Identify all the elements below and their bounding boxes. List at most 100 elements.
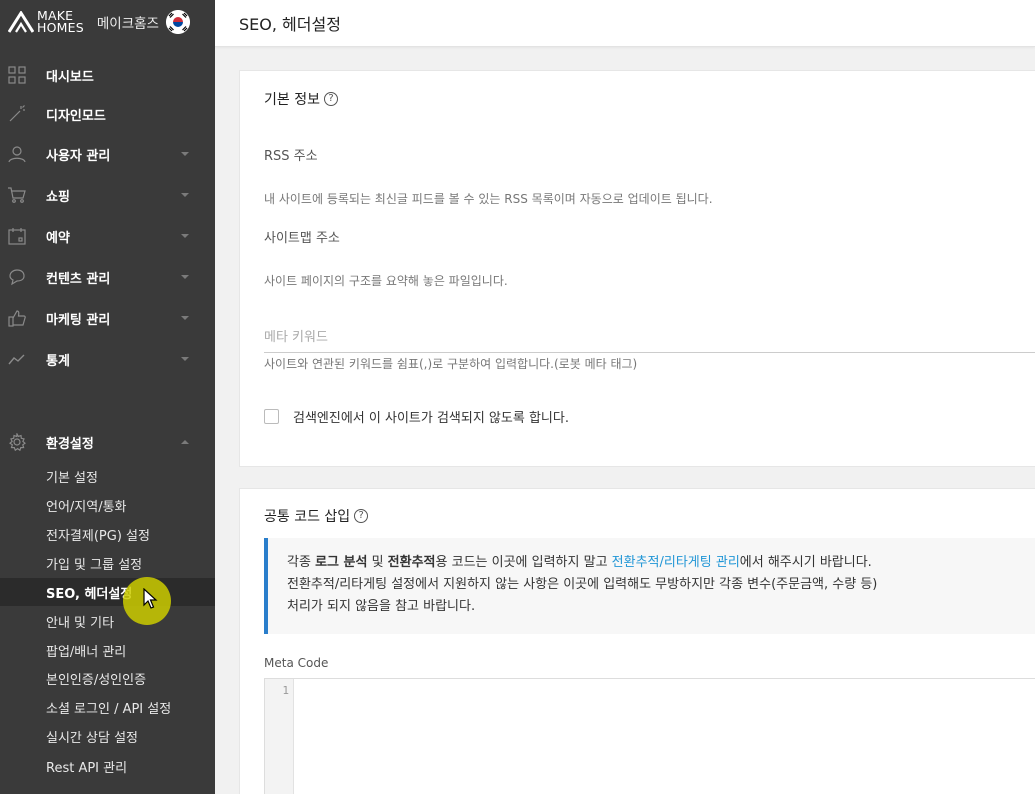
submenu-label: Rest API 관리 — [46, 760, 128, 776]
submenu-live-chat[interactable]: 실시간 상담 설정 — [0, 722, 215, 750]
hide-search-row[interactable]: 검색엔진에서 이 사이트가 검색되지 않도록 합니다. — [264, 407, 569, 426]
logo-text: MAKE HOMES — [37, 9, 84, 35]
submenu-guide-etc[interactable]: 안내 및 기타 — [0, 607, 215, 635]
dashboard-grid-icon — [8, 66, 26, 84]
cart-icon — [8, 187, 26, 203]
flag-graphic — [165, 9, 190, 34]
notice-text: 각종 — [287, 555, 316, 570]
hide-search-label[interactable]: 검색엔진에서 이 사이트가 검색되지 않도록 합니다. — [293, 407, 569, 426]
magic-wand-icon — [9, 105, 25, 122]
menu-item-shopping[interactable]: 쇼핑 — [0, 180, 215, 210]
basic-info-card: 기본 정보 ? RSS 주소 내 사이트에 등록되는 최신글 피드를 볼 수 있… — [239, 70, 1035, 467]
notice-text: 에서 해주시기 바랍니다. — [739, 555, 872, 570]
menu-label: 환경설정 — [46, 436, 94, 452]
menu-label: 통계 — [46, 353, 70, 369]
menu-item-marketing-management[interactable]: 마케팅 관리 — [0, 303, 215, 333]
submenu-label: 기본 설정 — [46, 470, 98, 486]
chevron-down-icon — [181, 357, 189, 361]
menu-label: 쇼핑 — [46, 189, 70, 205]
meta-code-label: Meta Code — [264, 656, 329, 670]
rss-label: RSS 주소 — [264, 149, 318, 164]
notice-line1: 각종 로그 분석 및 전환추적용 코드는 이곳에 입력하지 말고 전환추적/리타… — [287, 552, 1035, 574]
menu-label: 컨텐츠 관리 — [46, 271, 111, 287]
sitemap-help-text: 사이트 페이지의 구조를 요약해 놓은 파일입니다. — [264, 274, 508, 288]
line-chart-icon — [8, 354, 25, 365]
chevron-down-icon — [181, 152, 189, 156]
menu-label: 예약 — [46, 230, 70, 246]
top-header: SEO, 헤더설정 — [215, 0, 1035, 47]
submenu-social-login-api[interactable]: 소셜 로그인 / API 설정 — [0, 693, 215, 721]
chevron-down-icon — [181, 193, 189, 197]
chevron-down-icon — [181, 234, 189, 238]
menu-item-content-management[interactable]: 컨텐츠 관리 — [0, 262, 215, 292]
menu-item-statistics[interactable]: 통계 — [0, 344, 215, 374]
submenu-label: 본인인증/성인인증 — [46, 672, 147, 688]
common-code-card: 공통 코드 삽입 ? 각종 로그 분석 및 전환추적용 코드는 이곳에 입력하지… — [239, 488, 1035, 794]
basic-info-title: 기본 정보 ? — [264, 89, 338, 109]
menu-item-design-mode[interactable]: 디자인모드 — [0, 99, 215, 129]
submenu-label: 가입 및 그룹 설정 — [46, 557, 143, 573]
common-code-title: 공통 코드 삽입 ? — [264, 506, 369, 526]
submenu-signup-group[interactable]: 가입 및 그룹 설정 — [0, 549, 215, 577]
submenu-label: 전자결제(PG) 설정 — [46, 528, 150, 544]
menu-label: 사용자 관리 — [46, 148, 111, 164]
brand-header: MAKE HOMES 메이크홈즈 — [0, 0, 215, 43]
notice-line3: 처리가 되지 않음을 참고 바랍니다. — [287, 599, 476, 614]
chevron-down-icon — [181, 275, 189, 279]
meta-keyword-help-text: 사이트와 연관된 키워드를 쉼표(,)로 구분하여 입력합니다.(로봇 메타 태… — [264, 357, 638, 371]
sitemap-label: 사이트맵 주소 — [264, 231, 340, 246]
help-icon[interactable]: ? — [354, 509, 369, 523]
menu-label: 대시보드 — [46, 69, 94, 85]
submenu-label: 안내 및 기타 — [46, 615, 115, 631]
retargeting-link[interactable]: 전환추적/리타게팅 관리 — [612, 555, 740, 570]
menu-item-settings[interactable]: 환경설정 — [0, 427, 215, 457]
calendar-icon — [8, 228, 26, 245]
makehomes-logo[interactable]: MAKE HOMES — [8, 9, 84, 35]
line-number: 1 — [282, 684, 289, 697]
thumbs-up-icon — [8, 310, 26, 327]
section-title-text: 기본 정보 — [264, 92, 320, 108]
line-number-gutter: 1 — [265, 679, 294, 794]
submenu-language-region-currency[interactable]: 언어/지역/통화 — [0, 491, 215, 519]
menu-item-reservation[interactable]: 예약 — [0, 221, 215, 251]
sidebar: MAKE HOMES 메이크홈즈 대시보드 디자인모드 사용자 관리 쇼핑 예약… — [0, 0, 215, 794]
submenu-rest-api[interactable]: Rest API 관리 — [0, 752, 215, 780]
notice-bold: 전환추적 — [387, 555, 436, 570]
submenu-popup-banner[interactable]: 팝업/배너 관리 — [0, 636, 215, 664]
notice-bold: 로그 분석 — [315, 555, 368, 570]
submenu-label: 팝업/배너 관리 — [46, 644, 127, 660]
meta-code-editor[interactable]: 1 — [264, 678, 1035, 794]
submenu-label: 언어/지역/통화 — [46, 499, 127, 515]
site-name[interactable]: 메이크홈즈 — [97, 12, 159, 32]
submenu-seo-header[interactable]: SEO, 헤더설정 — [0, 578, 215, 606]
gear-icon — [9, 433, 26, 451]
logo-mark-icon — [8, 10, 34, 33]
chevron-down-icon — [181, 316, 189, 320]
submenu-identity-verification[interactable]: 본인인증/성인인증 — [0, 664, 215, 692]
notice-line2: 전환추적/리타게팅 설정에서 지원하지 않는 사항은 이곳에 입력해도 무방하지… — [287, 577, 878, 592]
hide-search-checkbox[interactable] — [264, 409, 279, 424]
logo-line2: HOMES — [37, 19, 84, 35]
chat-icon — [9, 269, 25, 286]
submenu-label: SEO, 헤더설정 — [46, 586, 133, 602]
submenu-label: 소셜 로그인 / API 설정 — [46, 701, 172, 717]
user-icon — [8, 146, 26, 163]
section-title-text: 공통 코드 삽입 — [264, 509, 351, 525]
meta-keyword-input[interactable] — [264, 323, 1035, 353]
submenu-payment-pg[interactable]: 전자결제(PG) 설정 — [0, 520, 215, 548]
korea-flag-icon[interactable] — [165, 9, 190, 34]
submenu-label: 실시간 상담 설정 — [46, 730, 138, 746]
mouse-pointer-icon — [143, 588, 158, 609]
submenu-basic-settings[interactable]: 기본 설정 — [0, 462, 215, 490]
menu-label: 디자인모드 — [46, 108, 106, 124]
menu-item-dashboard[interactable]: 대시보드 — [0, 60, 215, 90]
notice-text: 및 — [367, 555, 388, 570]
notice-text: 용 코드는 이곳에 입력하지 말고 — [435, 555, 612, 570]
page-title: SEO, 헤더설정 — [239, 15, 341, 34]
help-icon[interactable]: ? — [323, 92, 338, 106]
menu-item-user-management[interactable]: 사용자 관리 — [0, 139, 215, 169]
notice-box: 각종 로그 분석 및 전환추적용 코드는 이곳에 입력하지 말고 전환추적/리타… — [264, 538, 1035, 634]
rss-help-text: 내 사이트에 등록되는 최신글 피드를 볼 수 있는 RSS 목록이며 자동으로… — [264, 192, 713, 206]
menu-label: 마케팅 관리 — [46, 312, 111, 328]
chevron-up-icon — [181, 440, 189, 444]
